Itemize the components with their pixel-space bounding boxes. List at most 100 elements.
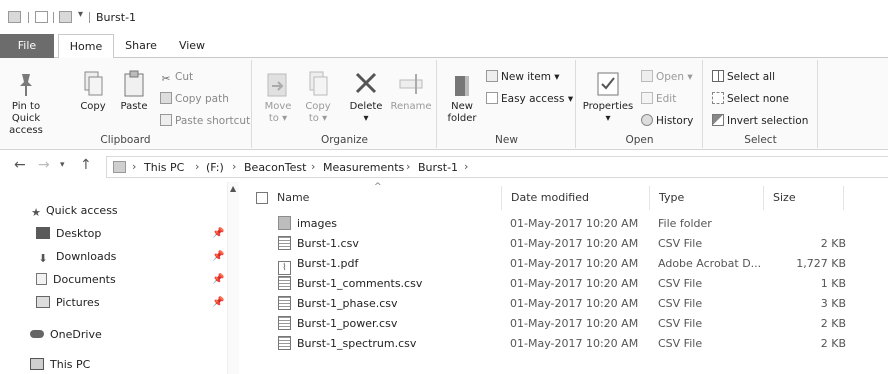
column-header-date-modified[interactable]: Date modified: [506, 186, 650, 210]
nav-documents[interactable]: Documents: [36, 271, 116, 289]
column-header-type[interactable]: Type: [654, 186, 764, 210]
ribbon: Pin to Quick access Copy Paste ✂ Cut Copy…: [0, 58, 888, 150]
crumb-drive[interactable]: (F:): [206, 161, 224, 174]
nav-onedrive[interactable]: OneDrive: [30, 326, 102, 344]
move-to-label: Move: [264, 101, 292, 112]
easy-access-button[interactable]: Easy access ▾: [486, 92, 573, 106]
breadcrumb-separator: ›: [311, 160, 316, 173]
nav-quick-access[interactable]: ★ Quick access: [30, 202, 118, 220]
nav-scrollbar[interactable]: ▲: [227, 182, 239, 374]
pin-icon[interactable]: 📌: [212, 251, 224, 262]
invert-selection-button[interactable]: Invert selection: [712, 114, 808, 128]
forward-arrow-icon[interactable]: →: [38, 157, 50, 173]
crumb-beacontest[interactable]: BeaconTest: [244, 161, 306, 174]
properties-button[interactable]: Properties ▾: [581, 70, 635, 125]
rename-button[interactable]: Rename: [389, 70, 433, 113]
desktop-icon: [36, 227, 50, 239]
move-to-button[interactable]: Move to ▾: [261, 70, 295, 125]
copy-to-button[interactable]: Copy to ▾: [301, 70, 335, 125]
pin-icon[interactable]: 📌: [212, 274, 224, 285]
breadcrumb-separator: ›: [464, 160, 469, 173]
history-icon: [641, 114, 653, 126]
scroll-up-arrow-icon[interactable]: ▲: [230, 184, 236, 193]
delete-label: Delete: [349, 101, 383, 112]
paste-shortcut-button[interactable]: Paste shortcut: [160, 114, 250, 128]
new-folder-icon[interactable]: [59, 11, 72, 23]
history-button[interactable]: History: [641, 114, 693, 128]
table-row[interactable]: Burst-1.csv 01-May-2017 10:20 AM CSV Fil…: [258, 234, 858, 254]
nav-desktop[interactable]: Desktop: [36, 225, 101, 243]
back-arrow-icon[interactable]: ←: [14, 157, 26, 173]
select-all-icon: [712, 70, 724, 82]
tab-file[interactable]: File: [0, 34, 54, 58]
customize-toolbar-icon[interactable]: ▾: [78, 9, 83, 20]
file-type: CSV File: [658, 317, 703, 330]
select-none-button[interactable]: Select none: [712, 92, 789, 106]
easy-access-icon: [486, 92, 498, 104]
table-row[interactable]: Burst-1_spectrum.csv 01-May-2017 10:20 A…: [258, 334, 858, 354]
recent-locations-chevron-icon[interactable]: ▾: [60, 160, 65, 170]
edit-label: Edit: [656, 93, 677, 105]
move-to-icon: [267, 73, 287, 97]
delete-button[interactable]: Delete ▾: [347, 70, 385, 125]
breadcrumb-separator: ›: [406, 160, 411, 173]
file-type: CSV File: [658, 297, 703, 310]
table-row[interactable]: Burst-1_phase.csv 01-May-2017 10:20 AM C…: [258, 294, 858, 314]
tab-view[interactable]: View: [170, 34, 214, 58]
paste-button[interactable]: Paste: [116, 70, 152, 113]
nav-this-pc[interactable]: This PC: [30, 356, 90, 374]
new-folder-label: New: [451, 101, 473, 112]
select-all-button[interactable]: Select all: [712, 70, 775, 84]
new-folder-button[interactable]: New folder: [442, 70, 482, 125]
title-bar: ▾ Burst-1: [0, 0, 888, 34]
new-item-label: New item: [501, 71, 551, 83]
nav-pictures[interactable]: Pictures: [36, 294, 100, 312]
table-row[interactable]: images 01-May-2017 10:20 AM File folder: [258, 214, 858, 234]
invert-selection-icon: [712, 114, 724, 126]
pin-icon[interactable]: 📌: [212, 297, 224, 308]
file-size: 2 KB: [820, 317, 846, 330]
copy-path-button[interactable]: Copy path: [160, 92, 229, 106]
table-row[interactable]: Burst-1_power.csv 01-May-2017 10:20 AM C…: [258, 314, 858, 334]
address-bar-row: ← → ▾ ↑ › This PC › (F:) › BeaconTest › …: [0, 150, 888, 182]
star-icon: ★: [31, 206, 41, 219]
nav-downloads[interactable]: ⬇ Downloads: [36, 248, 116, 266]
divider: [53, 12, 54, 23]
table-row[interactable]: Burst-1_comments.csv 01-May-2017 10:20 A…: [258, 274, 858, 294]
cloud-icon: [30, 330, 44, 338]
table-row[interactable]: ⌇ Burst-1.pdf 01-May-2017 10:20 AM Adobe …: [258, 254, 858, 275]
column-header-size[interactable]: Size: [768, 186, 844, 210]
file-name-cell: ⌇ Burst-1.pdf: [278, 254, 358, 275]
file-date: 01-May-2017 10:20 AM: [510, 217, 639, 230]
pin-to-quick-access-button[interactable]: Pin to Quick access: [4, 70, 48, 137]
select-all-checkbox[interactable]: [256, 192, 268, 204]
copy-button[interactable]: Copy: [76, 70, 110, 113]
crumb-burst-1[interactable]: Burst-1: [418, 161, 458, 174]
crumb-measurements[interactable]: Measurements: [323, 161, 404, 174]
copy-path-icon: [160, 92, 172, 104]
file-name: Burst-1_power.csv: [297, 317, 398, 330]
breadcrumb-separator: ›: [195, 160, 200, 173]
edit-button[interactable]: Edit: [641, 92, 676, 106]
pin-icon[interactable]: 📌: [212, 228, 224, 239]
copy-label: Copy: [80, 101, 106, 112]
tab-home[interactable]: Home: [58, 34, 114, 59]
file-name: Burst-1.pdf: [297, 257, 359, 270]
column-header-name[interactable]: Name: [274, 186, 502, 210]
pdf-file-icon: ⌇: [278, 261, 291, 275]
crumb-this-pc[interactable]: This PC: [144, 161, 184, 174]
cut-button[interactable]: ✂ Cut: [160, 70, 194, 85]
open-button[interactable]: Open ▾: [641, 70, 693, 84]
nav-desktop-label: Desktop: [56, 227, 102, 240]
file-size: 1,727 KB: [796, 257, 846, 270]
breadcrumb[interactable]: › This PC › (F:) › BeaconTest › Measurem…: [106, 156, 888, 178]
nav-downloads-label: Downloads: [56, 250, 117, 263]
paste-icon: [124, 70, 144, 97]
file-name-cell: Burst-1_power.csv: [278, 314, 397, 334]
open-icon: [641, 70, 653, 82]
up-arrow-icon[interactable]: ↑: [80, 157, 92, 173]
properties-icon[interactable]: [35, 11, 48, 23]
move-to-label-2: to: [268, 113, 279, 124]
new-item-button[interactable]: New item ▾: [486, 70, 560, 84]
tab-share[interactable]: Share: [116, 34, 166, 58]
